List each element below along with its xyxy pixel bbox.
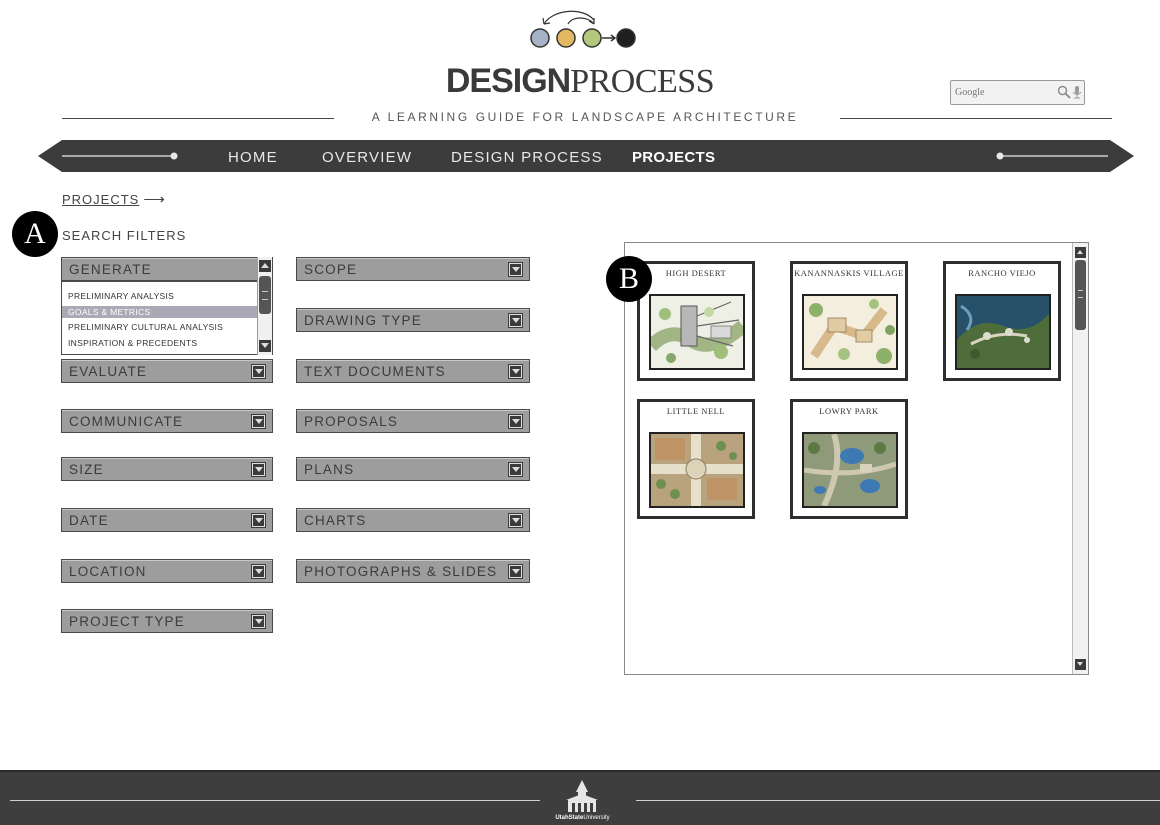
microphone-icon[interactable] — [1071, 84, 1083, 101]
dropdown-arrow-icon[interactable] — [251, 564, 266, 579]
scroll-up-arrow-icon[interactable] — [1075, 247, 1086, 258]
project-results-panel: HIGH DESERT KANANNASKIS VILLAGE RANCHO V… — [624, 242, 1089, 675]
filter-size-dropdown[interactable]: SIZE — [61, 457, 273, 481]
filter-text-documents-dropdown[interactable]: TEXT DOCUMENTS — [296, 359, 530, 383]
footer-divider-left — [10, 800, 540, 801]
filter-label: SCOPE — [304, 262, 358, 277]
dropdown-arrow-icon[interactable] — [251, 414, 266, 429]
filter-date-dropdown[interactable]: DATE — [61, 508, 273, 532]
filter-label: SIZE — [69, 462, 104, 477]
dropdown-arrow-icon[interactable] — [508, 414, 523, 429]
filter-label: PROJECT TYPE — [69, 614, 185, 629]
filter-plans-dropdown[interactable]: PLANS — [296, 457, 530, 481]
breadcrumb-projects-link[interactable]: PROJECTS — [62, 192, 139, 207]
filter-scope-dropdown[interactable]: SCOPE — [296, 257, 530, 281]
project-title: HIGH DESERT — [665, 268, 727, 278]
filter-generate-dropdown[interactable]: GENERATE — [61, 257, 273, 281]
project-title: KANANNASKIS VILLAGE — [794, 268, 904, 278]
footer-divider-right — [636, 800, 1160, 801]
filter-label: COMMUNICATE — [69, 414, 184, 429]
dropdown-arrow-icon[interactable] — [251, 513, 266, 528]
project-title: LITTLE NELL — [666, 406, 726, 416]
nav-home[interactable]: HOME — [228, 149, 278, 166]
project-thumbnail — [802, 432, 898, 508]
filter-communicate-dropdown[interactable]: COMMUNICATE — [61, 409, 273, 433]
filter-label: DRAWING TYPE — [304, 313, 422, 328]
nav-overview[interactable]: OVERVIEW — [322, 149, 412, 166]
results-scrollbar[interactable] — [1072, 243, 1088, 674]
project-title: RANCHO VIEJO — [968, 268, 1036, 278]
search-icon[interactable] — [1057, 85, 1071, 99]
dropdown-arrow-icon[interactable] — [508, 564, 523, 579]
generate-options-list: PRELIMINARY ANALYSIS GOALS & METRICS PRE… — [61, 257, 273, 355]
project-title: LOWRY PARK — [819, 406, 879, 416]
dropdown-arrow-icon[interactable] — [251, 462, 266, 477]
filter-charts-dropdown[interactable]: CHARTS — [296, 508, 530, 532]
scroll-thumb[interactable] — [1075, 260, 1086, 330]
project-card-lowry-park[interactable]: LOWRY PARK — [790, 399, 908, 519]
filter-label: PHOTOGRAPHS & SLIDES — [304, 564, 498, 579]
option-preliminary-analysis[interactable]: PRELIMINARY ANALYSIS — [62, 290, 257, 302]
nav-design-process[interactable]: DESIGN PROCESS — [451, 149, 603, 166]
filter-photographs-slides-dropdown[interactable]: PHOTOGRAPHS & SLIDES — [296, 559, 530, 583]
footer: UtahStateUniversity — [0, 770, 1160, 825]
filter-location-dropdown[interactable]: LOCATION — [61, 559, 273, 583]
option-inspiration-precedents[interactable]: INSPIRATION & PRECEDENTS — [62, 337, 257, 349]
filter-label: GENERATE — [69, 262, 152, 277]
search-filters-heading: SEARCH FILTERS — [62, 228, 187, 243]
usu-building-icon — [566, 780, 598, 812]
search-input[interactable] — [955, 84, 1051, 101]
project-thumbnail — [649, 294, 745, 370]
project-thumbnail — [955, 294, 1051, 370]
filter-drawing-type-dropdown[interactable]: DRAWING TYPE — [296, 308, 530, 332]
filter-label: EVALUATE — [69, 364, 148, 379]
site-title: DESIGNPROCESS — [445, 62, 715, 100]
dropdown-arrow-icon[interactable] — [508, 262, 523, 277]
marker-a-badge: A — [12, 211, 58, 257]
design-process-logo-icon — [530, 10, 636, 48]
dropdown-arrow-icon[interactable] — [508, 364, 523, 379]
dropdown-arrow-icon[interactable] — [508, 313, 523, 328]
filter-label: PROPOSALS — [304, 414, 399, 429]
project-card-kanannaskis-village[interactable]: KANANNASKIS VILLAGE — [790, 261, 908, 381]
usu-logo[interactable]: UtahStateUniversity — [540, 778, 625, 825]
project-card-rancho-viejo[interactable]: RANCHO VIEJO — [943, 261, 1061, 381]
marker-b-badge: B — [606, 256, 652, 302]
filter-proposals-dropdown[interactable]: PROPOSALS — [296, 409, 530, 433]
dropdown-arrow-icon[interactable] — [251, 364, 266, 379]
usu-wordmark: UtahStateUniversity — [555, 815, 610, 821]
scroll-up-arrow-icon[interactable] — [259, 260, 271, 272]
filter-label: CHARTS — [304, 513, 367, 528]
footer-top-border — [0, 770, 1160, 772]
main-nav: HOME OVERVIEW DESIGN PROCESS PROJECTS — [0, 138, 1160, 178]
header-divider-left — [62, 118, 334, 119]
option-preliminary-cultural-analysis[interactable]: PRELIMINARY CULTURAL ANALYSIS — [62, 321, 257, 333]
scroll-down-arrow-icon[interactable] — [259, 340, 271, 352]
project-card-little-nell[interactable]: LITTLE NELL — [637, 399, 755, 519]
filter-label: DATE — [69, 513, 109, 528]
project-thumbnail — [649, 432, 745, 508]
dropdown-arrow-icon[interactable] — [508, 513, 523, 528]
project-thumbnail — [802, 294, 898, 370]
project-card-high-desert[interactable]: HIGH DESERT — [637, 261, 755, 381]
scroll-thumb[interactable] — [259, 276, 271, 314]
option-goals-metrics[interactable]: GOALS & METRICS — [62, 306, 257, 318]
filter-label: LOCATION — [69, 564, 147, 579]
dropdown-arrow-icon[interactable] — [251, 614, 266, 629]
generate-list-scrollbar[interactable] — [257, 257, 272, 355]
breadcrumb: PROJECTS ⟶ — [62, 190, 166, 208]
filter-evaluate-dropdown[interactable]: EVALUATE — [61, 359, 273, 383]
filter-label: PLANS — [304, 462, 355, 477]
filter-project-type-dropdown[interactable]: PROJECT TYPE — [61, 609, 273, 633]
arrow-right-icon: ⟶ — [143, 191, 166, 208]
nav-projects[interactable]: PROJECTS — [632, 149, 715, 166]
dropdown-arrow-icon[interactable] — [508, 462, 523, 477]
site-tagline: A LEARNING GUIDE FOR LANDSCAPE ARCHITECT… — [371, 110, 799, 124]
scroll-down-arrow-icon[interactable] — [1075, 659, 1086, 670]
google-search-box — [950, 80, 1085, 105]
header-divider-right — [840, 118, 1112, 119]
filter-label: TEXT DOCUMENTS — [304, 364, 446, 379]
